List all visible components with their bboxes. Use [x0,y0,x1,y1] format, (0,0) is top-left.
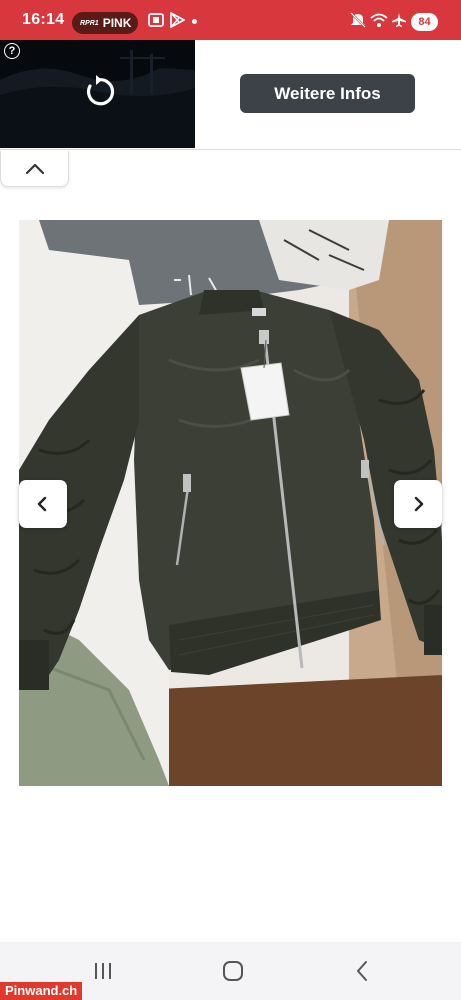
play-store-icon [170,12,185,28]
chevron-up-icon [25,163,44,174]
back-button[interactable] [347,956,377,986]
home-icon [223,961,243,981]
chevron-right-icon [414,496,424,512]
carrier-name: PINK [102,16,132,30]
ad-banner[interactable]: ? Weitere Infos [0,40,461,150]
carrier-brand: RPR1 [80,19,99,27]
mute-icon [350,12,366,28]
status-bar: 16:14 RPR1 PINK 84 [0,0,461,40]
chevron-left-icon [37,496,47,512]
site-watermark: Pinwand.ch [0,982,83,1000]
product-image-gallery[interactable] [19,220,442,786]
help-icon[interactable]: ? [4,43,20,59]
carrier-badge: RPR1 PINK [72,12,138,34]
replay-icon[interactable] [80,74,116,110]
previous-image-button[interactable] [19,480,67,528]
screenshot-icon [148,13,164,27]
more-info-button[interactable]: Weitere Infos [240,74,415,113]
collapse-ad-tab[interactable] [0,151,69,187]
recent-apps-button[interactable] [88,956,118,986]
ad-video[interactable]: ? [0,40,195,148]
battery-icon: 84 [411,13,438,31]
screen: 16:14 RPR1 PINK 84 ? Weitere Infos Pinwa… [0,0,461,1000]
back-icon [357,961,367,981]
status-time: 16:14 [22,11,65,28]
product-photo-jacket [19,220,442,786]
wifi-icon [370,13,388,27]
airplane-icon [392,13,406,27]
home-button[interactable] [218,956,248,986]
recent-apps-icon [95,963,111,979]
next-image-button[interactable] [394,480,442,528]
notification-dot [192,19,197,24]
